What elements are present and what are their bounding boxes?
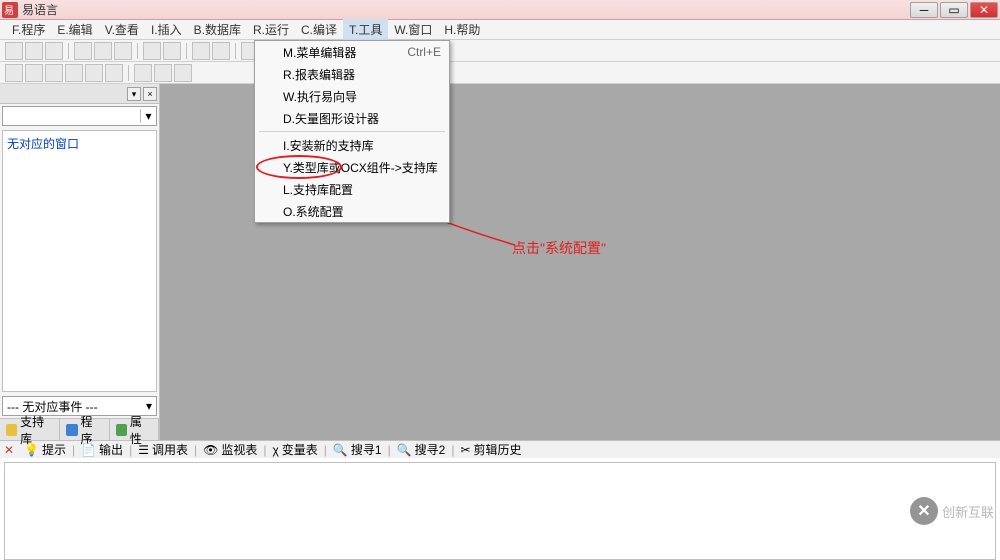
chevron-down-icon[interactable]: ▾ bbox=[140, 109, 156, 123]
bottom-tab-hint[interactable]: 💡 提示 bbox=[20, 441, 70, 458]
search-icon: 🔍 bbox=[397, 443, 412, 457]
bottom-tab-clipboard-history[interactable]: ✂ 剪辑历史 bbox=[456, 441, 525, 458]
titlebar-text: 易语言 bbox=[22, 1, 910, 18]
toolbar-align-top-icon[interactable] bbox=[65, 64, 83, 82]
list-icon: ☰ bbox=[138, 443, 149, 457]
scissors-icon: ✂ bbox=[460, 443, 470, 457]
menu-item-typelib-ocx[interactable]: Y.类型库或OCX组件->支持库 bbox=[255, 156, 449, 178]
sidebar-tabs: 支持库 程序 属性 bbox=[0, 418, 159, 440]
annotation-text: 点击"系统配置" bbox=[512, 238, 606, 258]
bottom-tabs: ✕ 💡 提示 | 📄 输出 | ☰ 调用表 | 👁 监视表 | χ 变量表 | … bbox=[0, 440, 1000, 458]
maximize-button[interactable]: ▭ bbox=[940, 2, 968, 18]
var-icon: χ bbox=[272, 443, 278, 457]
toolbar-align-right-icon[interactable] bbox=[45, 64, 63, 82]
sidebar-content-text: 无对应的窗口 bbox=[7, 137, 79, 151]
menu-insert[interactable]: I.插入 bbox=[145, 19, 188, 40]
output-panel[interactable] bbox=[4, 462, 996, 560]
toolbar-same-width-icon[interactable] bbox=[134, 64, 152, 82]
watermark-logo-icon: ✕ bbox=[910, 497, 938, 525]
toolbar-cut-icon[interactable] bbox=[74, 42, 92, 60]
sidebar-close-icon[interactable]: × bbox=[143, 87, 157, 101]
menu-item-install-lib[interactable]: I.安装新的支持库 bbox=[255, 134, 449, 156]
sidebar-tab-program[interactable]: 程序 bbox=[60, 419, 109, 440]
menu-item-report-editor[interactable]: R.报表编辑器 bbox=[255, 63, 449, 85]
bottom-tab-callstack[interactable]: ☰ 调用表 bbox=[134, 441, 192, 458]
toolbar-align-bottom-icon[interactable] bbox=[105, 64, 123, 82]
watermark-text: 创新互联 bbox=[942, 502, 994, 521]
toolbar-same-size-icon[interactable] bbox=[174, 64, 192, 82]
toolbar-redo-icon[interactable] bbox=[163, 42, 181, 60]
sidebar: ▾ × ▾ 无对应的窗口 --- 无对应事件 --- ▾ 支持库 程序 属 bbox=[0, 84, 160, 440]
toolbar-align-middle-icon[interactable] bbox=[85, 64, 103, 82]
toolbar-find-icon[interactable] bbox=[192, 42, 210, 60]
bottom-tab-search1[interactable]: 🔍 搜寻1 bbox=[329, 441, 386, 458]
menubar: F.程序 E.编辑 V.查看 I.插入 B.数据库 R.运行 C.编译 T.工具… bbox=[0, 20, 1000, 40]
menu-item-wizard[interactable]: W.执行易向导 bbox=[255, 85, 449, 107]
bottom-tab-search2[interactable]: 🔍 搜寻2 bbox=[393, 441, 450, 458]
toolbar-open-icon[interactable] bbox=[25, 42, 43, 60]
menu-edit[interactable]: E.编辑 bbox=[51, 19, 98, 40]
sidebar-object-dropdown[interactable]: ▾ bbox=[2, 106, 157, 126]
toolbar-undo-icon[interactable] bbox=[143, 42, 161, 60]
bottom-tabs-close-icon[interactable]: ✕ bbox=[4, 443, 14, 457]
toolbar-align-left-icon[interactable] bbox=[5, 64, 23, 82]
sidebar-content: 无对应的窗口 bbox=[2, 130, 157, 392]
toolbar-replace-icon[interactable] bbox=[212, 42, 230, 60]
toolbar-2 bbox=[0, 62, 1000, 84]
sidebar-tab-properties[interactable]: 属性 bbox=[110, 419, 159, 440]
menu-tools[interactable]: T.工具 bbox=[343, 19, 388, 40]
sidebar-header: ▾ × bbox=[0, 84, 159, 104]
toolbar-save-icon[interactable] bbox=[45, 42, 63, 60]
toolbar-1 bbox=[0, 40, 1000, 62]
menu-compile[interactable]: C.编译 bbox=[295, 19, 343, 40]
bottom-tab-watch[interactable]: 👁 监视表 bbox=[199, 441, 261, 458]
menu-window[interactable]: W.窗口 bbox=[388, 19, 438, 40]
tools-dropdown-menu: M.菜单编辑器 Ctrl+E R.报表编辑器 W.执行易向导 D.矢量图形设计器… bbox=[254, 40, 450, 223]
eye-icon: 👁 bbox=[203, 443, 218, 457]
menu-item-vector-designer[interactable]: D.矢量图形设计器 bbox=[255, 107, 449, 129]
menu-program[interactable]: F.程序 bbox=[6, 19, 51, 40]
minimize-button[interactable]: ─ bbox=[910, 2, 938, 18]
lightbulb-icon: 💡 bbox=[24, 443, 39, 457]
toolbar-align-center-icon[interactable] bbox=[25, 64, 43, 82]
menu-run[interactable]: R.运行 bbox=[247, 19, 295, 40]
watermark: ✕ 创新互联 bbox=[910, 497, 994, 525]
sidebar-tab-support-lib[interactable]: 支持库 bbox=[0, 419, 60, 440]
toolbar-new-icon[interactable] bbox=[5, 42, 23, 60]
bottom-tab-variables[interactable]: χ 变量表 bbox=[268, 441, 321, 458]
bottom-tab-output[interactable]: 📄 输出 bbox=[77, 441, 127, 458]
search-icon: 🔍 bbox=[333, 443, 348, 457]
menu-item-menu-editor[interactable]: M.菜单编辑器 Ctrl+E bbox=[255, 41, 449, 63]
book-icon bbox=[6, 424, 17, 436]
workspace: ▾ × ▾ 无对应的窗口 --- 无对应事件 --- ▾ 支持库 程序 属 bbox=[0, 84, 1000, 440]
sidebar-pin-icon[interactable]: ▾ bbox=[127, 87, 141, 101]
menu-database[interactable]: B.数据库 bbox=[188, 19, 247, 40]
app-icon bbox=[2, 2, 18, 18]
menu-item-system-config[interactable]: O.系统配置 bbox=[255, 200, 449, 222]
chevron-down-icon: ▾ bbox=[146, 399, 152, 413]
properties-icon bbox=[116, 424, 127, 436]
toolbar-same-height-icon[interactable] bbox=[154, 64, 172, 82]
menu-help[interactable]: H.帮助 bbox=[438, 19, 486, 40]
menu-view[interactable]: V.查看 bbox=[99, 19, 145, 40]
close-button[interactable]: ✕ bbox=[970, 2, 998, 18]
toolbar-copy-icon[interactable] bbox=[94, 42, 112, 60]
program-icon bbox=[66, 424, 77, 436]
output-icon: 📄 bbox=[81, 443, 96, 457]
titlebar: 易语言 ─ ▭ ✕ bbox=[0, 0, 1000, 20]
menu-item-lib-config[interactable]: L.支持库配置 bbox=[255, 178, 449, 200]
toolbar-paste-icon[interactable] bbox=[114, 42, 132, 60]
menu-separator bbox=[259, 131, 445, 132]
